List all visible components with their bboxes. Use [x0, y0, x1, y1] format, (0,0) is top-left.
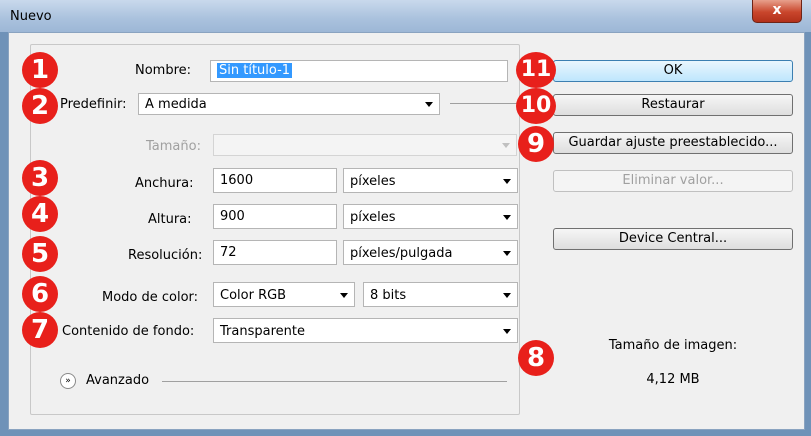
marker-10: 10 — [516, 88, 556, 124]
avanzado-label[interactable]: Avanzado — [86, 373, 149, 388]
dialog-window: Nuevo x Nombre: Sin título-1 Predefinir:… — [0, 0, 811, 436]
image-size-value: 4,12 MB — [646, 372, 700, 387]
resolucion-unit-select[interactable]: píxeles/pulgada — [343, 240, 518, 265]
chevron-down-icon — [340, 293, 348, 298]
modo-color-value: Color RGB — [220, 288, 287, 303]
anchura-label: Anchura: — [135, 176, 194, 191]
eliminar-valor-button[interactable]: Eliminar valor... — [553, 170, 793, 192]
altura-unit: píxeles — [350, 210, 396, 225]
marker-1: 1 — [22, 52, 58, 88]
marker-8: 8 — [518, 340, 554, 376]
modo-color-select[interactable]: Color RGB — [213, 282, 355, 307]
close-icon: x — [772, 2, 782, 18]
restaurar-button[interactable]: Restaurar — [553, 94, 793, 116]
ok-button[interactable]: OK — [553, 60, 793, 82]
resolucion-input[interactable]: 72 — [213, 240, 337, 265]
contenido-fondo-label: Contenido de fondo: — [62, 324, 195, 339]
marker-11: 11 — [516, 52, 556, 88]
anchura-unit: píxeles — [350, 174, 396, 189]
title-bar[interactable]: Nuevo x — [0, 0, 811, 32]
marker-4: 4 — [22, 196, 58, 232]
device-central-button[interactable]: Device Central... — [553, 228, 793, 250]
resolucion-unit: píxeles/pulgada — [350, 246, 453, 261]
nombre-label: Nombre: — [135, 63, 192, 78]
resolucion-label: Resolución: — [128, 248, 203, 263]
marker-7: 7 — [22, 312, 58, 348]
chevron-down-icon — [502, 143, 510, 148]
nombre-input[interactable]: Sin título-1 — [210, 60, 508, 82]
bits-select[interactable]: 8 bits — [363, 282, 518, 307]
anchura-unit-select[interactable]: píxeles — [343, 168, 518, 193]
contenido-fondo-value: Transparente — [220, 324, 305, 339]
marker-3: 3 — [22, 160, 58, 196]
guardar-preset-button[interactable]: Guardar ajuste preestablecido... — [553, 132, 793, 154]
nombre-value: Sin título-1 — [217, 63, 293, 78]
marker-6: 6 — [22, 276, 58, 312]
chevron-down-icon — [503, 251, 511, 256]
chevron-double-down-icon[interactable]: » — [60, 373, 76, 389]
chevron-down-icon — [503, 293, 511, 298]
altura-value: 900 — [220, 209, 245, 224]
altura-unit-select[interactable]: píxeles — [343, 204, 518, 229]
divider — [450, 103, 518, 104]
marker-5: 5 — [22, 236, 58, 272]
chevron-down-icon — [425, 102, 433, 107]
altura-input[interactable]: 900 — [213, 204, 337, 229]
chevron-down-icon — [503, 215, 511, 220]
image-size-label: Tamaño de imagen: — [608, 338, 738, 353]
resolucion-value: 72 — [220, 245, 237, 260]
chevron-down-icon — [503, 179, 511, 184]
tamano-label: Tamaño: — [146, 139, 201, 154]
avanzado-divider — [162, 381, 507, 382]
marker-2: 2 — [22, 88, 58, 124]
bits-value: 8 bits — [370, 288, 407, 303]
modo-color-label: Modo de color: — [102, 290, 199, 305]
predefinir-label: Predefinir: — [60, 97, 127, 112]
contenido-fondo-select[interactable]: Transparente — [213, 318, 518, 343]
predefinir-value: A medida — [145, 97, 207, 112]
anchura-value: 1600 — [220, 173, 254, 188]
predefinir-select[interactable]: A medida — [138, 93, 440, 115]
altura-label: Altura: — [148, 212, 192, 227]
window-title: Nuevo — [10, 9, 52, 24]
chevron-down-icon — [503, 329, 511, 334]
close-button[interactable]: x — [752, 0, 802, 23]
anchura-input[interactable]: 1600 — [213, 168, 337, 193]
tamano-select[interactable] — [213, 134, 517, 156]
marker-9: 9 — [518, 126, 554, 162]
